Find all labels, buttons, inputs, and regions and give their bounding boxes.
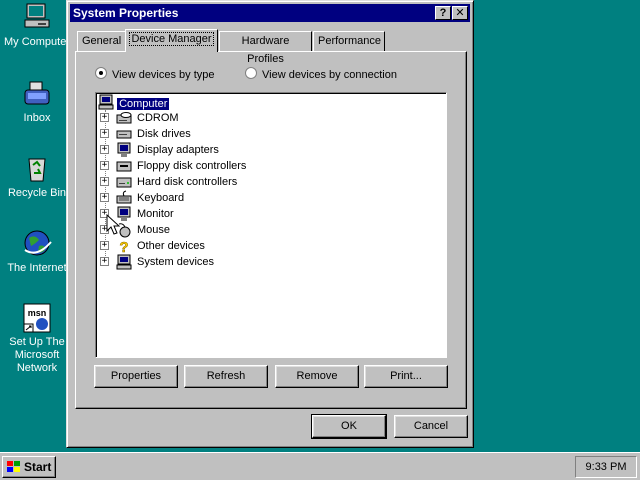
hard-disk-controller-icon [116, 177, 132, 188]
display-adapter-icon [117, 142, 131, 157]
taskbar: Start 9:33 PM [0, 452, 640, 480]
desktop-icon-msn-setup[interactable]: msn Set Up The Microsoft Network [0, 302, 74, 375]
radio-label: View devices by connection [262, 69, 397, 81]
desktop-icon-label: The Internet [7, 262, 67, 274]
expand-plus-icon[interactable]: + [100, 161, 109, 170]
properties-button[interactable]: Properties [94, 365, 178, 388]
computer-icon [98, 94, 114, 110]
tab-device-manager[interactable]: Device Manager [125, 29, 218, 52]
tab-hardware-profiles[interactable]: Hardware Profiles [219, 31, 312, 65]
tree-item-label: Hard disk controllers [137, 176, 238, 188]
start-button[interactable]: Start [2, 456, 56, 478]
close-button[interactable]: ✕ [452, 6, 468, 20]
svg-text:msn: msn [28, 308, 47, 318]
tab-label: Device Manager [129, 32, 214, 46]
tree-root-label: Computer [117, 98, 170, 110]
device-tree[interactable]: Computer + CDROM + Disk drives + Display adap… [95, 92, 447, 358]
tab-label: General [82, 35, 122, 47]
tree-item-label: System devices [137, 256, 215, 268]
tab-label: Performance [318, 35, 381, 47]
inbox-icon [24, 81, 50, 105]
radio-view-by-type[interactable]: View devices by type [95, 67, 215, 83]
radio-label: View devices by type [112, 69, 215, 81]
print-button[interactable]: Print... [364, 365, 448, 388]
expand-plus-icon[interactable]: + [100, 113, 109, 122]
cancel-button[interactable]: Cancel [394, 415, 468, 438]
floppy-controller-icon [116, 161, 132, 172]
system-devices-icon [116, 254, 132, 270]
tree-item-label: CDROM [137, 112, 179, 124]
keyboard-icon [116, 190, 132, 204]
remove-button[interactable]: Remove [275, 365, 359, 388]
radio-view-by-connection[interactable]: View devices by connection [245, 67, 397, 83]
help-button[interactable]: ? [435, 6, 451, 20]
expand-plus-icon[interactable]: + [100, 241, 109, 250]
desktop-icon-recycle-bin[interactable]: Recycle Bin [0, 153, 74, 200]
tree-item-label: Mouse [137, 224, 171, 236]
msn-setup-icon: msn [23, 303, 51, 333]
window-title: System Properties [73, 6, 179, 20]
expand-plus-icon[interactable]: + [100, 193, 109, 202]
recycle-bin-icon [28, 158, 46, 182]
windows-logo-icon [7, 461, 20, 472]
system-tray-clock[interactable]: 9:33 PM [575, 456, 637, 478]
internet-icon [24, 230, 52, 256]
system-properties-window: System Properties ? ✕ General Device Man… [66, 0, 474, 448]
desktop-icon-label: Recycle Bin [7, 187, 67, 199]
expand-plus-icon[interactable]: + [100, 129, 109, 138]
refresh-button[interactable]: Refresh [184, 365, 268, 388]
desktop-icon-internet[interactable]: The Internet [0, 228, 74, 275]
mouse-pointer-icon [106, 214, 121, 235]
tab-general[interactable]: General [77, 31, 126, 51]
tree-item-label: Monitor [137, 208, 174, 220]
expand-plus-icon[interactable]: + [100, 257, 109, 266]
tree-item-label: Display adapters [137, 144, 219, 156]
title-bar[interactable]: System Properties ? ✕ [70, 4, 470, 22]
desktop-icon-label: My Computer [3, 36, 71, 48]
my-computer-icon [24, 3, 50, 28]
tree-item-label: Disk drives [137, 128, 191, 140]
tree-item-label: Other devices [137, 240, 205, 252]
desktop-icon-label: Inbox [23, 112, 51, 124]
clock-text: 9:33 PM [585, 461, 627, 473]
expand-plus-icon[interactable]: + [100, 177, 109, 186]
desktop-icon-inbox[interactable]: Inbox [0, 78, 74, 125]
radio-unchecked-icon [245, 67, 257, 79]
question-icon: ? [119, 239, 129, 254]
tab-performance[interactable]: Performance [313, 31, 385, 51]
desktop-icon-label: Set Up The Microsoft Network [9, 336, 65, 374]
start-label: Start [24, 460, 52, 474]
radio-checked-icon [95, 67, 107, 79]
cdrom-icon [116, 112, 132, 124]
tree-item-label: Floppy disk controllers [137, 160, 247, 172]
tree-item-label: Keyboard [137, 192, 185, 204]
ok-button[interactable]: OK [311, 414, 387, 439]
svg-text:?: ? [119, 239, 128, 254]
desktop-icon-my-computer[interactable]: My Computer [0, 2, 74, 49]
disk-drive-icon [116, 130, 132, 139]
tree-root-computer[interactable]: Computer [98, 94, 170, 110]
expand-plus-icon[interactable]: + [100, 145, 109, 154]
